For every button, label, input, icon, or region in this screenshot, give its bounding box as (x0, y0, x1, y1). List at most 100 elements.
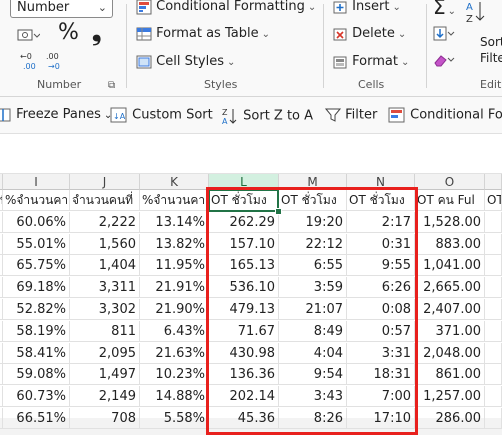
table-cell[interactable]: 2,665.00 (415, 277, 485, 299)
conditional-formatting-quick-button[interactable]: Conditional Form (388, 107, 502, 124)
table-cell[interactable]: 55.01% (3, 233, 70, 255)
autosum-button[interactable]: Σ ⌄ (433, 0, 456, 22)
table-cell[interactable]: 165.13 (209, 255, 279, 277)
table-cell[interactable]: 21.91% (140, 277, 209, 299)
table-cell[interactable]: 0:31 (347, 233, 415, 255)
fill-handle[interactable] (275, 208, 282, 215)
table-cell[interactable]: 136.36 (209, 364, 279, 386)
table-cell[interactable] (485, 299, 502, 320)
table-cell[interactable]: 2,149 (70, 386, 140, 408)
table-cell[interactable]: 708 (70, 408, 140, 429)
table-cell[interactable]: 58.19% (3, 320, 70, 342)
table-cell[interactable]: 262.29 (209, 211, 279, 233)
table-cell[interactable]: 60.73% (3, 386, 70, 408)
header-cell[interactable]: OT ชั่วโมง (209, 190, 279, 211)
table-cell[interactable]: 2,407.00 (415, 299, 485, 320)
table-cell[interactable] (485, 255, 502, 277)
table-cell[interactable]: 69.18% (3, 277, 70, 299)
table-cell[interactable]: 2,048.00 (415, 342, 485, 364)
cell-styles-button[interactable]: Cell Styles ⌄ (136, 53, 235, 72)
table-cell[interactable]: 883.00 (415, 233, 485, 255)
sort-filter-button[interactable]: A Z (464, 0, 494, 36)
header-cell[interactable]: %จำนวนคา (3, 190, 70, 211)
table-cell[interactable]: 811 (70, 320, 140, 342)
sort-z-to-a-button[interactable]: Z A Sort Z to A (221, 107, 313, 125)
table-cell[interactable]: 52.82% (3, 299, 70, 320)
table-cell[interactable]: 6.43% (140, 320, 209, 342)
spreadsheet-grid[interactable]: IJKLMNOที่%จำนวนคาจำนวนคนที่%จำนวนคาOT ช… (0, 174, 502, 435)
table-cell[interactable] (485, 211, 502, 233)
table-cell[interactable]: 536.10 (209, 277, 279, 299)
table-cell[interactable]: 479.13 (209, 299, 279, 320)
table-cell[interactable]: 66.51% (3, 408, 70, 429)
header-cell[interactable]: OT คน Ful (415, 190, 485, 211)
table-cell[interactable]: 202.14 (209, 386, 279, 408)
column-header-i[interactable]: I (3, 174, 70, 190)
table-cell[interactable]: 5.58% (140, 408, 209, 429)
table-cell[interactable] (485, 386, 502, 408)
table-cell[interactable]: 59.08% (3, 364, 70, 386)
table-cell[interactable]: 3,302 (70, 299, 140, 320)
table-cell[interactable]: 11.95% (140, 255, 209, 277)
table-cell[interactable]: 9:55 (347, 255, 415, 277)
table-cell[interactable]: 1,404 (70, 255, 140, 277)
table-cell[interactable]: 286.00 (415, 408, 485, 429)
table-cell[interactable]: 58.41% (3, 342, 70, 364)
table-cell[interactable]: 4:04 (279, 342, 347, 364)
format-button[interactable]: Format ⌄ (332, 53, 409, 72)
decrease-decimal-button[interactable]: .00 →0 (44, 51, 66, 75)
table-cell[interactable]: 14.88% (140, 386, 209, 408)
format-as-table-button[interactable]: Format as Table ⌄ (136, 25, 270, 44)
table-cell[interactable]: 1,497 (70, 364, 140, 386)
table-cell[interactable]: 371.00 (415, 320, 485, 342)
column-header-j[interactable]: J (70, 174, 140, 190)
table-cell[interactable]: 6:55 (279, 255, 347, 277)
table-cell[interactable]: 8:49 (279, 320, 347, 342)
table-cell[interactable]: 7:00 (347, 386, 415, 408)
column-header-l[interactable]: L (209, 174, 279, 190)
table-cell[interactable]: 18:31 (347, 364, 415, 386)
table-cell[interactable]: 1,560 (70, 233, 140, 255)
table-cell[interactable] (485, 364, 502, 386)
filter-button[interactable]: Filter (325, 107, 377, 124)
table-cell[interactable]: 3:43 (279, 386, 347, 408)
increase-decimal-button[interactable]: ←0 .00 (18, 51, 40, 75)
table-cell[interactable]: 21.90% (140, 299, 209, 320)
table-cell[interactable]: 8:26 (279, 408, 347, 429)
table-cell[interactable]: 10.23% (140, 364, 209, 386)
table-cell[interactable]: 22:12 (279, 233, 347, 255)
header-cell[interactable]: จำนวนคนที่ (70, 190, 140, 211)
clear-button[interactable] (433, 52, 455, 72)
column-header-m[interactable]: M (279, 174, 347, 190)
freeze-panes-button[interactable]: Freeze Panes ⌄ (0, 107, 112, 124)
table-cell[interactable]: 9:54 (279, 364, 347, 386)
table-cell[interactable]: 157.10 (209, 233, 279, 255)
dialog-launcher-icon[interactable]: ⧉ (108, 80, 115, 91)
accounting-format-button[interactable] (16, 26, 44, 44)
header-cell[interactable]: OT ชั่วโมง (347, 190, 415, 211)
table-cell[interactable] (485, 408, 502, 429)
insert-button[interactable]: Insert ⌄ (332, 0, 401, 17)
table-cell[interactable]: 17:10 (347, 408, 415, 429)
number-format-dropdown[interactable]: Number ⌄ (10, 0, 113, 18)
table-cell[interactable] (485, 342, 502, 364)
custom-sort-button[interactable]: ↓A Custom Sort (110, 107, 213, 124)
table-cell[interactable]: 0:57 (347, 320, 415, 342)
table-cell[interactable]: 0:08 (347, 299, 415, 320)
table-cell[interactable]: 65.75% (3, 255, 70, 277)
table-cell[interactable] (485, 233, 502, 255)
table-cell[interactable]: 13.14% (140, 211, 209, 233)
table-cell[interactable] (485, 277, 502, 299)
fill-button[interactable] (433, 26, 455, 46)
table-cell[interactable]: 2:17 (347, 211, 415, 233)
conditional-formatting-button[interactable]: Conditional Formatting ⌄ (136, 0, 316, 17)
column-header-k[interactable]: K (140, 174, 209, 190)
table-cell[interactable]: 3,311 (70, 277, 140, 299)
table-cell[interactable]: 2,222 (70, 211, 140, 233)
table-cell[interactable]: 13.82% (140, 233, 209, 255)
column-header[interactable] (485, 174, 502, 190)
column-header-o[interactable]: O (415, 174, 485, 190)
header-cell[interactable]: OT ชั่วโมง (279, 190, 347, 211)
table-cell[interactable]: 3:59 (279, 277, 347, 299)
column-header-n[interactable]: N (347, 174, 415, 190)
